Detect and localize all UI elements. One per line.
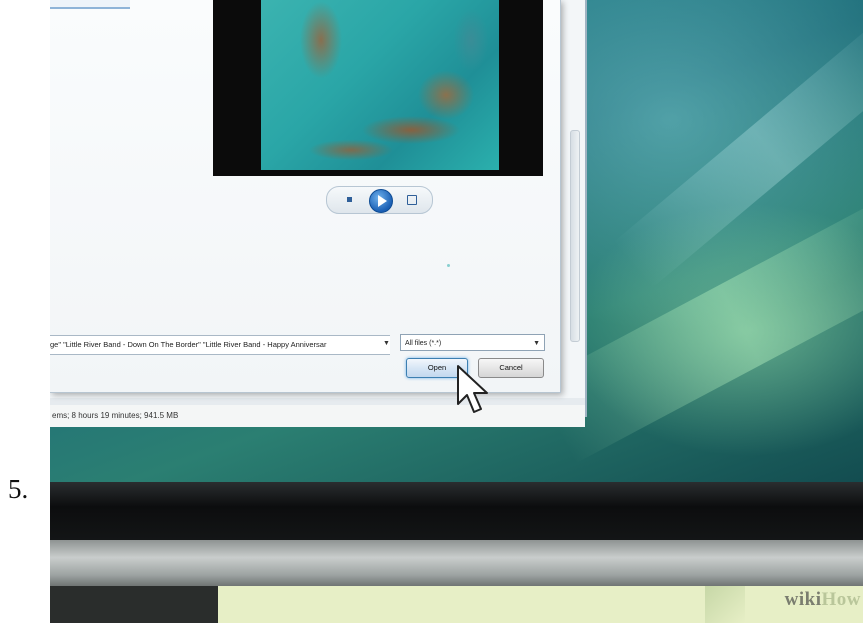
status-text: ems; 8 hours 19 minutes; 941.5 MB: [52, 411, 179, 420]
chevron-down-icon[interactable]: ▼: [383, 340, 390, 347]
mute-icon[interactable]: [407, 195, 417, 205]
play-icon[interactable]: [369, 189, 393, 213]
player-controls: [326, 186, 433, 214]
wikihow-logo: wikiHow: [784, 589, 861, 610]
watermark-banner: [218, 586, 863, 623]
step-number: 5.: [8, 474, 29, 504]
screen-photo: ems; 8 hours 19 minutes; 941.5 MB ge" "L…: [50, 0, 863, 623]
file-name-input[interactable]: ge" "Little River Band - Down On The Bor…: [50, 335, 390, 355]
file-type-value: All files (*.*): [405, 340, 442, 347]
chevron-down-icon: ▼: [533, 340, 540, 347]
video-preview: [213, 0, 543, 176]
video-frame: [261, 0, 499, 170]
monitor-frame: [50, 540, 863, 590]
mouse-cursor-icon: [457, 365, 488, 413]
address-field[interactable]: [50, 0, 130, 9]
open-file-dialog: ge" "Little River Band - Down On The Bor…: [50, 0, 561, 393]
file-type-select[interactable]: All files (*.*) ▼: [400, 334, 545, 351]
stop-icon[interactable]: [347, 197, 352, 202]
status-bar: ems; 8 hours 19 minutes; 941.5 MB: [50, 405, 585, 427]
monitor-bezel: [50, 482, 863, 544]
scrollbar[interactable]: [570, 130, 580, 342]
